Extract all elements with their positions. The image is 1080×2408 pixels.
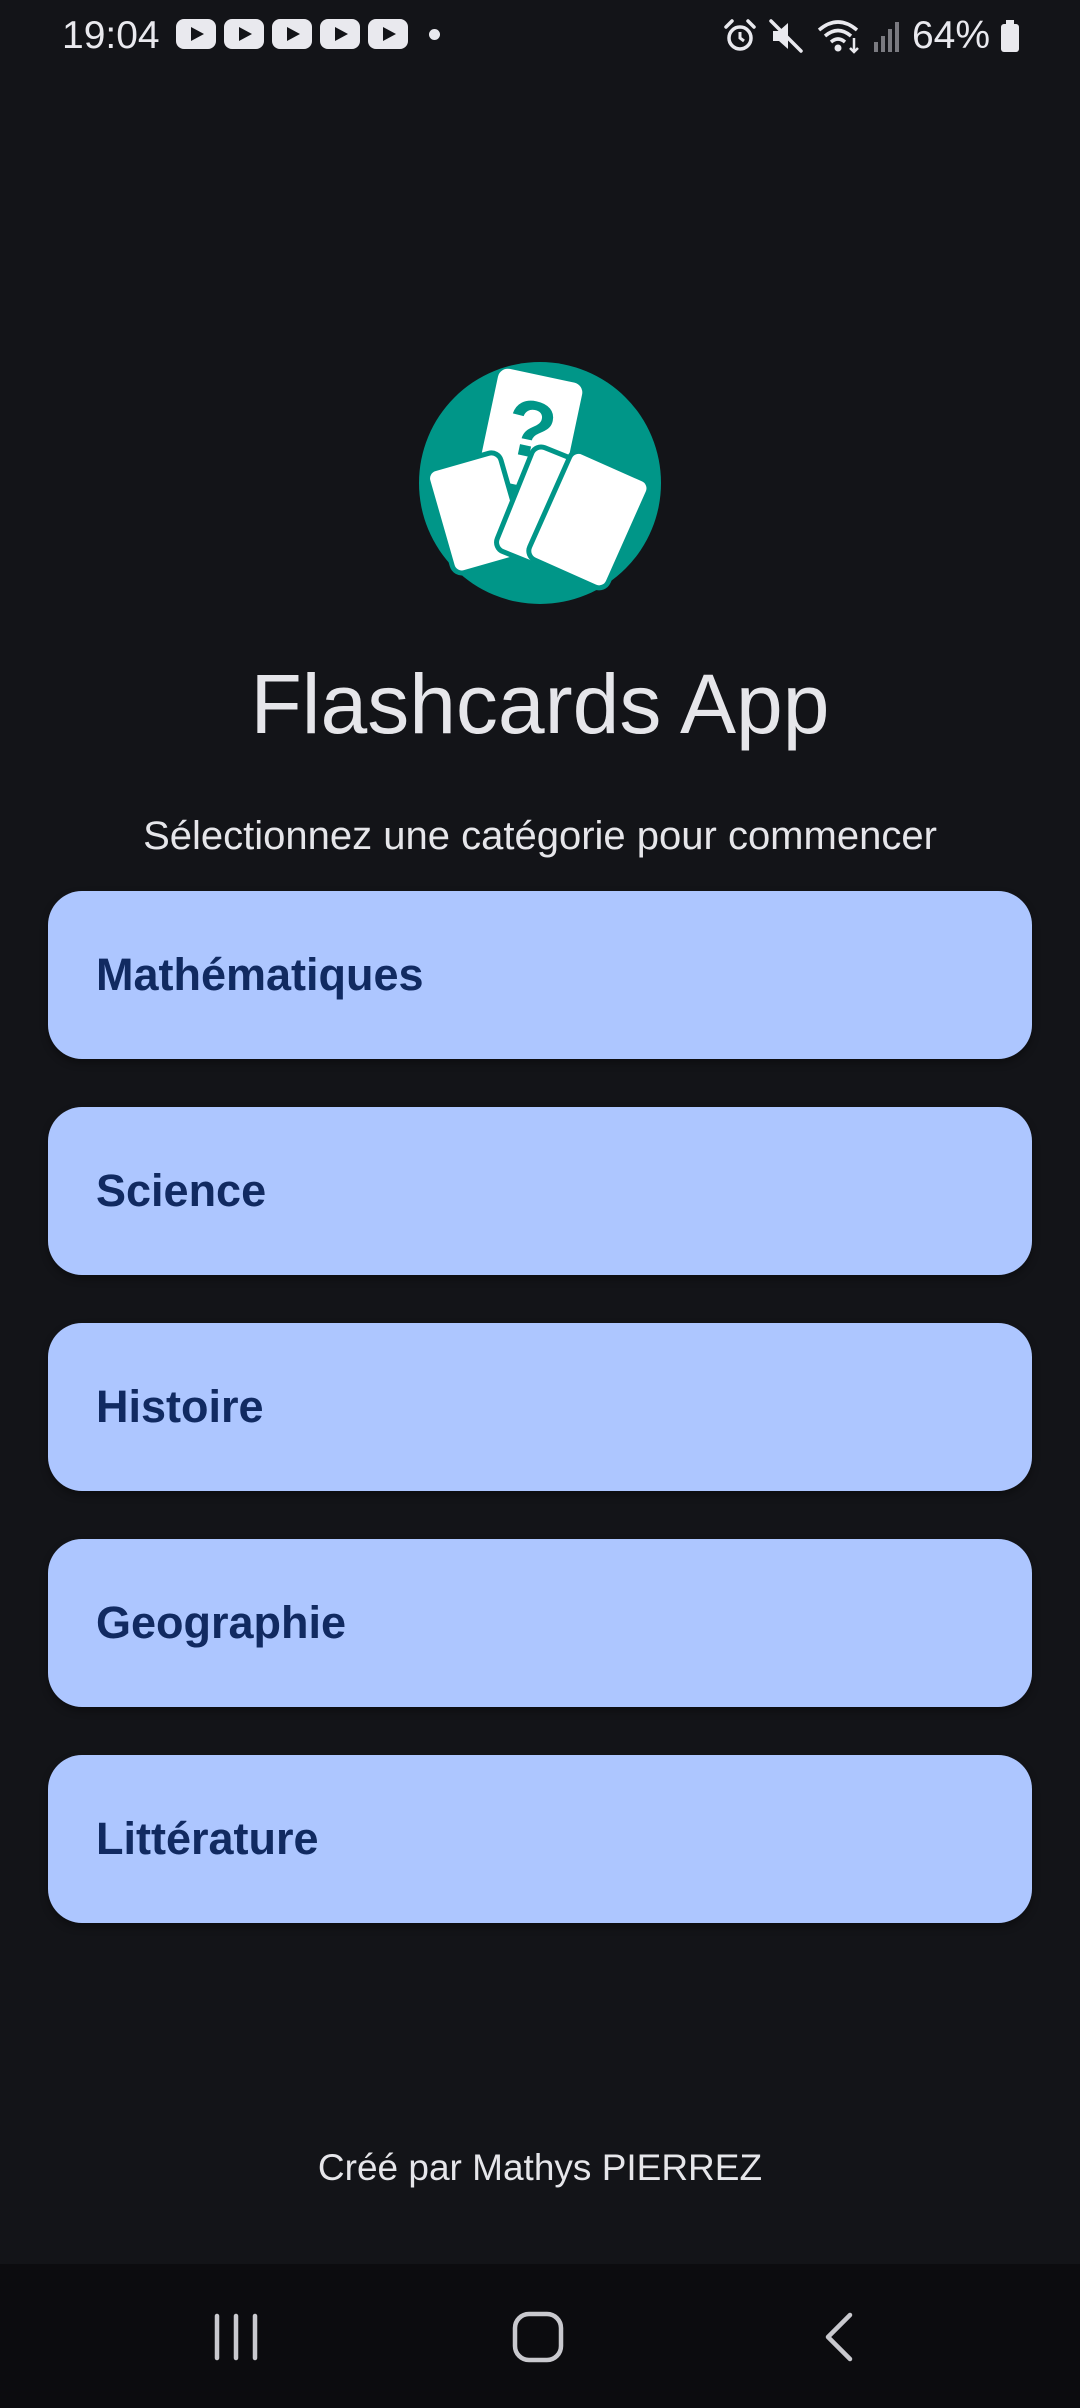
app-screen: 19:04 64% ? Flashcards App Sélectionnez … [0,0,1080,2408]
category-label: Science [96,1165,267,1216]
wifi-icon [817,20,859,54]
recent-apps-button[interactable] [176,2292,296,2382]
category-button-histoire[interactable]: Histoire [48,1323,1032,1491]
more-notifications-dot-icon [429,29,440,40]
subtitle: Sélectionnez une catégorie pour commence… [143,814,937,858]
status-time: 19:04 [62,14,160,57]
home-button[interactable] [478,2292,598,2382]
category-button-geographie[interactable]: Geographie [48,1539,1032,1707]
signal-icon [873,22,899,52]
category-label: Histoire [96,1381,264,1432]
mute-icon [769,19,803,53]
category-button-science[interactable]: Science [48,1107,1032,1275]
battery-icon [1001,20,1019,52]
category-label: Littérature [96,1813,319,1864]
app-title: Flashcards App [250,657,830,751]
back-icon [825,2312,853,2362]
category-button-mathematiques[interactable]: Mathématiques [48,891,1032,1059]
alarm-icon [724,19,756,51]
system-nav-bar [0,2264,1080,2408]
youtube-icon [176,19,216,49]
status-right-group: 64% [722,10,1020,62]
category-list: Mathématiques Science Histoire Geographi… [48,891,1032,1971]
category-button-litterature[interactable]: Littérature [48,1755,1032,1923]
back-button[interactable] [780,2292,900,2382]
youtube-icon [320,19,360,49]
battery-percent: 64% [911,14,990,57]
youtube-icon [368,19,408,49]
home-icon [512,2311,564,2363]
recent-apps-icon [214,2313,258,2361]
category-label: Mathématiques [96,949,424,1000]
status-bar: 19:04 64% [0,0,1080,72]
flashcards-logo-icon: ? [419,362,661,604]
youtube-icon [224,19,264,49]
category-label: Geographie [96,1597,347,1648]
footer-credit: Créé par Mathys PIERREZ [317,2147,763,2188]
youtube-icon [272,19,312,49]
notification-icons [176,19,408,49]
